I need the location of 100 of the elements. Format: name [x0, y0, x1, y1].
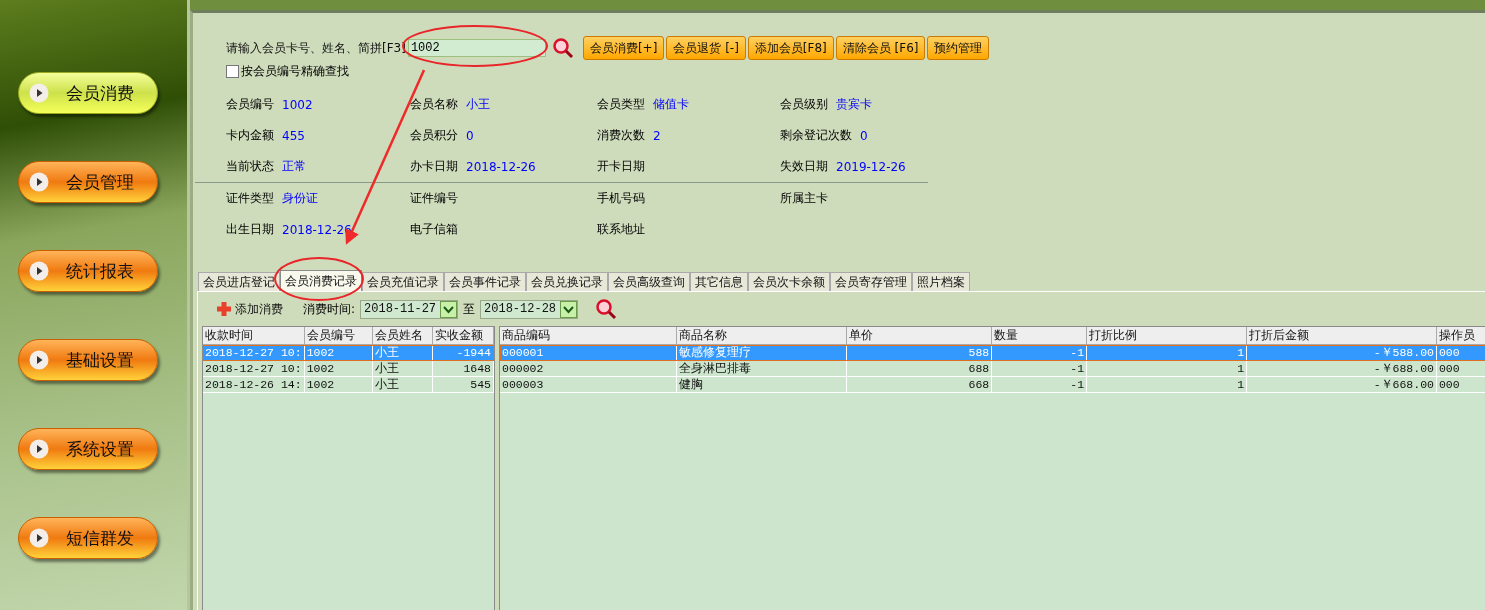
action-button[interactable]: 会员退货 [-] — [666, 36, 746, 60]
table-row[interactable]: 2018-12-27 10: 1002 小王 1648 — [203, 360, 494, 377]
field-label: 失效日期 — [780, 158, 828, 175]
field-label: 证件类型 — [226, 190, 274, 207]
table-cell: 1648 — [432, 360, 494, 377]
field-label: 联系地址 — [597, 221, 645, 238]
range-label: 至 — [463, 300, 476, 318]
field-label: 会员积分 — [410, 127, 458, 144]
column-header[interactable]: 会员编号 — [304, 327, 373, 345]
date-dropdown[interactable]: 2018-12-28 — [480, 299, 579, 319]
tab[interactable]: 会员兑换记录 — [526, 272, 608, 291]
field-label: 卡内金额 — [226, 127, 274, 144]
table-cell: 668 — [846, 376, 992, 393]
tab[interactable]: 照片档案 — [912, 272, 970, 291]
field-value: 2 — [653, 128, 661, 143]
table-cell: 2018-12-26 14: — [203, 376, 305, 393]
action-button[interactable]: 预约管理 — [927, 36, 990, 60]
column-header[interactable]: 打折比例 — [1086, 327, 1247, 345]
column-header[interactable]: 商品编码 — [500, 327, 677, 345]
column-header[interactable]: 操作员 — [1436, 327, 1485, 345]
column-header[interactable]: 单价 — [846, 327, 992, 345]
add-button[interactable]: 添加消费 — [216, 300, 283, 318]
field-label: 证件编号 — [410, 190, 458, 207]
field-label: 剩余登记次数 — [780, 127, 852, 144]
tab[interactable]: 会员消费记录 — [280, 270, 362, 291]
action-button[interactable]: 清除会员 [F6] — [835, 36, 926, 60]
tab[interactable]: 会员寄存管理 — [830, 272, 912, 291]
action-button[interactable]: 添加会员[F8] — [747, 36, 834, 60]
column-header[interactable]: 会员姓名 — [372, 327, 432, 345]
field-value: 贵宾卡 — [836, 96, 872, 113]
play-icon — [29, 172, 49, 192]
table-cell: 2018-12-27 10: — [203, 360, 305, 377]
plus-icon — [216, 301, 232, 317]
table-cell: 1002 — [304, 360, 373, 377]
tab[interactable]: 会员进店登记 — [198, 272, 280, 291]
table-row[interactable]: 000003 健胸 668 -1 1 -￥668.00 000 — [500, 376, 1485, 393]
nav-button[interactable]: 统计报表 — [18, 250, 158, 292]
table-cell: 000 — [1436, 360, 1485, 377]
date-dropdown[interactable]: 2018-11-27 — [360, 299, 459, 319]
column-header[interactable]: 收款时间 — [203, 327, 305, 345]
field-label: 出生日期 — [226, 221, 274, 238]
table-cell: 小王 — [372, 376, 432, 393]
play-icon — [29, 83, 49, 103]
field-value: 2019-12-26 — [836, 159, 906, 174]
field-label: 电子信箱 — [410, 221, 458, 238]
nav-button[interactable]: 系统设置 — [18, 428, 158, 470]
search-icon[interactable] — [595, 298, 618, 320]
field-label: 会员类型 — [597, 96, 645, 113]
table-cell: 000003 — [500, 376, 677, 393]
column-header[interactable]: 数量 — [991, 327, 1087, 345]
tab[interactable]: 会员充值记录 — [362, 272, 444, 291]
field-label: 所属主卡 — [780, 190, 828, 207]
column-header[interactable]: 商品名称 — [676, 327, 847, 345]
field-label: 当前状态 — [226, 158, 274, 175]
field-value: 2018-12-26 — [282, 222, 352, 237]
tab[interactable]: 其它信息 — [690, 272, 748, 291]
nav-button[interactable]: 会员管理 — [18, 161, 158, 203]
search-icon[interactable] — [551, 37, 574, 59]
table-cell: 小王 — [372, 360, 432, 377]
table-cell: 545 — [432, 376, 494, 393]
table-row[interactable]: 000002 全身淋巴排毒 688 -1 1 -￥688.00 000 — [500, 360, 1485, 377]
field-label: 会员级别 — [780, 96, 828, 113]
tab[interactable]: 会员次卡余额 — [748, 272, 830, 291]
table-cell: -￥668.00 — [1246, 376, 1437, 393]
field-value: 储值卡 — [653, 96, 689, 113]
table-cell: 全身淋巴排毒 — [676, 360, 847, 377]
search-field[interactable]: 1002 — [407, 39, 546, 57]
field-value: 0 — [466, 128, 474, 143]
table-cell: -1 — [991, 360, 1087, 377]
table-row[interactable]: 2018-12-26 14: 1002 小王 545 — [203, 376, 494, 393]
table-cell: 1002 — [304, 376, 373, 393]
field-value: 身份证 — [282, 190, 318, 207]
field-label: 办卡日期 — [410, 158, 458, 175]
field-value: 正常 — [282, 158, 306, 175]
table-cell: 1 — [1086, 360, 1247, 377]
tab[interactable]: 会员事件记录 — [444, 272, 526, 291]
table-cell: 000 — [1436, 376, 1485, 393]
field-label: 消费次数 — [597, 127, 645, 144]
play-icon — [29, 261, 49, 281]
play-icon — [29, 350, 49, 370]
play-icon — [29, 528, 49, 548]
checkbox[interactable] — [226, 65, 239, 78]
action-button[interactable]: 会员消费[+] — [582, 36, 665, 60]
table-cell: 000002 — [500, 360, 677, 377]
tab[interactable]: 会员高级查询 — [608, 272, 690, 291]
nav-button[interactable]: 基础设置 — [18, 339, 158, 381]
nav-button[interactable]: 会员消费 — [18, 72, 158, 114]
nav-button[interactable]: 短信群发 — [18, 517, 158, 559]
field-value: 1002 — [282, 97, 313, 112]
table-cell: -1 — [991, 376, 1087, 393]
date-label: 消费时间: — [303, 300, 356, 318]
table-cell: 688 — [846, 360, 992, 377]
column-header[interactable]: 实收金额 — [432, 327, 494, 345]
table-cell: 健胸 — [676, 376, 847, 393]
field-label: 会员名称 — [410, 96, 458, 113]
field-label: 手机号码 — [597, 190, 645, 207]
field-value: 0 — [860, 128, 868, 143]
field-value: 2018-12-26 — [466, 159, 536, 174]
field-value: 小王 — [466, 96, 490, 113]
column-header[interactable]: 打折后金额 — [1246, 327, 1437, 345]
